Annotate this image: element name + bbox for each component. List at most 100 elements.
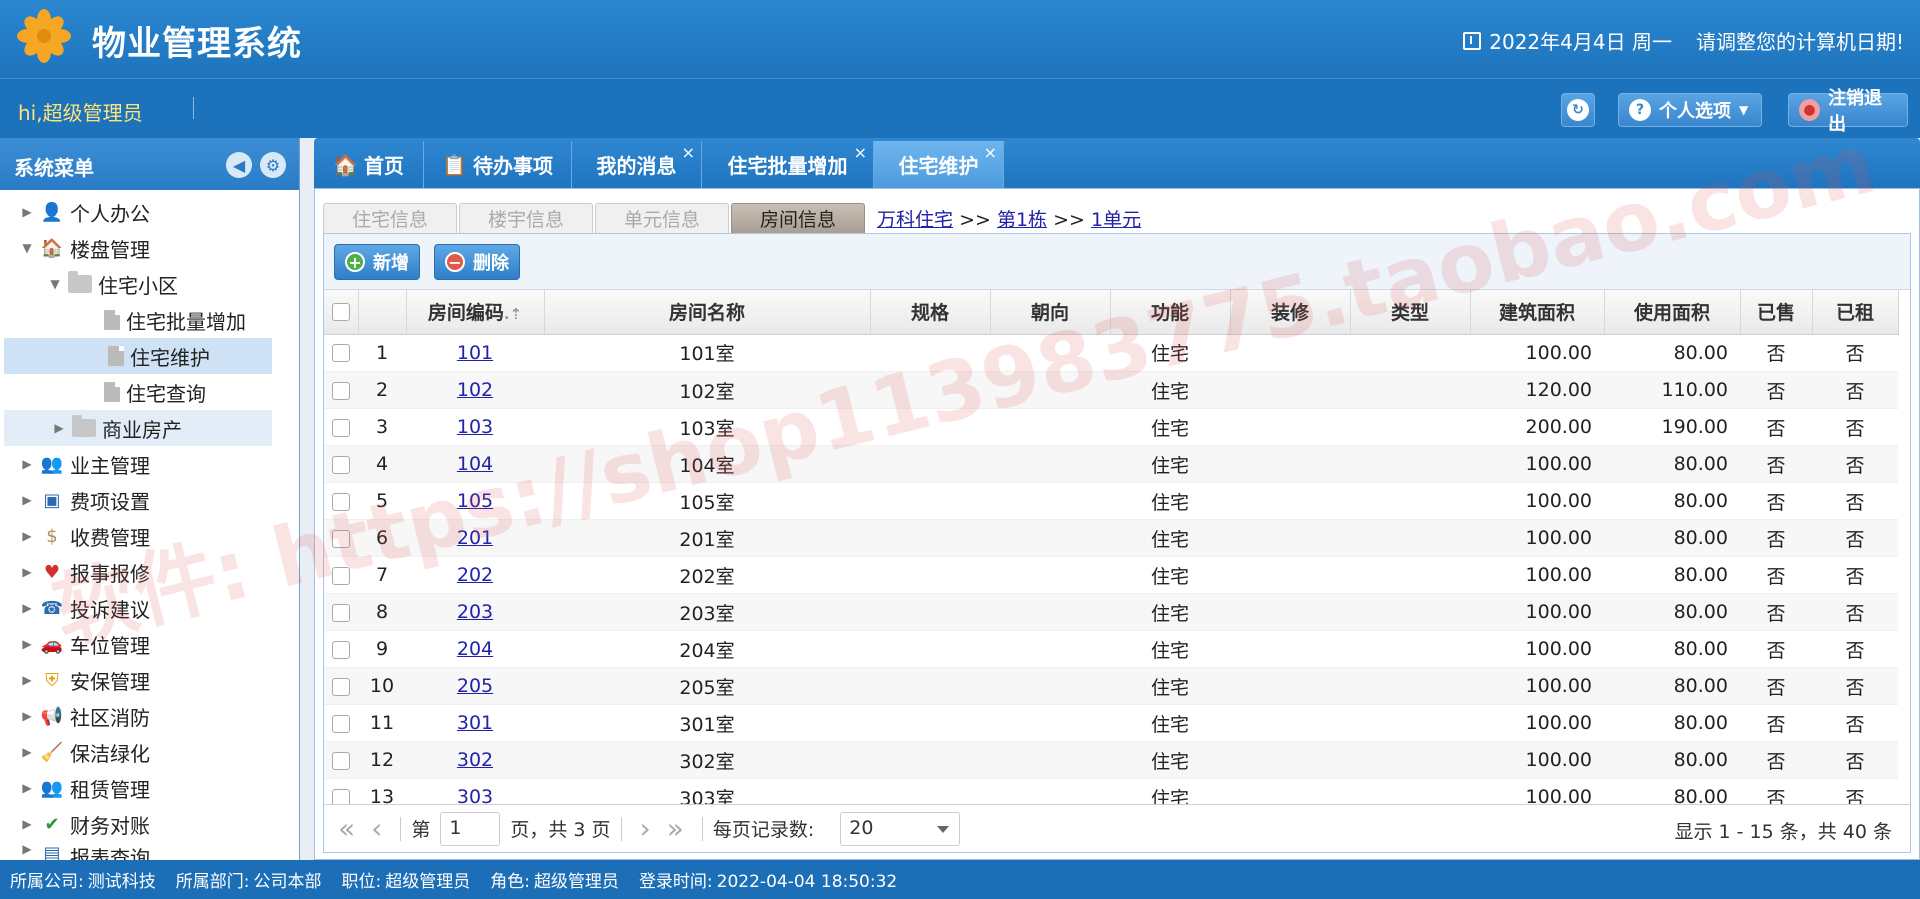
table-row[interactable]: 4 104 104室 住宅 100.00 80.00 否否 [324,445,1898,483]
room-code-link[interactable]: 103 [457,416,493,438]
close-icon[interactable]: × [984,143,997,162]
sidebar-item-personal-office[interactable]: ▶ 👤 个人办公 [0,194,299,230]
room-code-link[interactable]: 205 [457,675,493,697]
chevron-right-icon[interactable]: ▶ [20,529,34,543]
room-code-link[interactable]: 101 [457,342,493,364]
sidebar-item-batch-add[interactable]: 住宅批量增加 [0,302,299,338]
breadcrumb-building[interactable]: 第1栋 [997,209,1047,231]
row-checkbox[interactable] [332,751,350,770]
close-icon[interactable]: × [682,143,695,162]
sidebar-item-fire-safety[interactable]: ▶ 📢 社区消防 [0,698,299,734]
table-row[interactable]: 1 101 101室 住宅 100.00 80.00 否否 [324,334,1898,372]
room-code-link[interactable]: 104 [457,453,493,475]
table-row[interactable]: 11 301 301室 住宅 100.00 80.00 否否 [324,704,1898,742]
chevron-right-icon[interactable]: ▶ [20,817,34,831]
delete-button[interactable]: − 删除 [434,244,520,280]
room-code-link[interactable]: 105 [457,490,493,512]
next-page-icon[interactable]: › [640,812,651,845]
room-code-link[interactable]: 301 [457,712,493,734]
column-header-rented[interactable]: 已租 [1812,290,1899,335]
column-header-type[interactable]: 类型 [1350,290,1471,335]
chevron-down-icon[interactable]: ▼ [48,277,62,291]
breadcrumb-unit[interactable]: 1单元 [1091,209,1141,231]
row-checkbox[interactable] [332,677,350,696]
sidebar-item-finance[interactable]: ▶ ✔ 财务对账 [0,806,299,842]
close-icon[interactable]: × [854,143,867,162]
table-row[interactable]: 8 203 203室 住宅 100.00 80.00 否否 [324,593,1898,631]
sidebar-item-residence-maintenance[interactable]: 住宅维护 [4,338,272,374]
chevron-right-icon[interactable]: ▶ [20,493,34,507]
tab-todo[interactable]: 📋 待办事项 [424,141,572,188]
column-header-sold[interactable]: 已售 [1740,290,1813,335]
sidebar-item-security[interactable]: ▶ ⛨ 安保管理 [0,662,299,698]
refresh-button[interactable]: ↻ [1561,93,1595,127]
first-page-icon[interactable]: « [338,812,355,845]
column-header-usable-area[interactable]: 使用面积 [1604,290,1741,335]
row-checkbox[interactable] [332,603,350,622]
add-button[interactable]: + 新增 [334,244,420,280]
sidebar-item-owner-management[interactable]: ▶ 👥 业主管理 [0,446,299,482]
gear-icon[interactable]: ⚙ [260,152,286,178]
subtab-room-info[interactable]: 房间信息 [731,203,865,233]
sidebar-item-repair-report[interactable]: ▶ ♥ 报事报修 [0,554,299,590]
page-size-select[interactable]: 20 [840,811,961,846]
sidebar-item-fee-settings[interactable]: ▶ ▣ 费项设置 [0,482,299,518]
row-checkbox[interactable] [332,492,350,511]
table-row[interactable]: 13 303 303室 住宅 100.00 80.00 否否 [324,778,1898,807]
chevron-right-icon[interactable]: ▶ [20,205,34,219]
chevron-right-icon[interactable]: ▶ [20,842,34,856]
personal-options-button[interactable]: ? 个人选项 ▼ [1618,93,1762,127]
room-code-link[interactable]: 201 [457,527,493,549]
sidebar-item-commercial-property[interactable]: ▶ 商业房产 [4,410,272,446]
table-row[interactable]: 6 201 201室 住宅 100.00 80.00 否否 [324,519,1898,557]
row-checkbox[interactable] [332,529,350,548]
row-checkbox[interactable] [332,566,350,585]
logout-button[interactable]: ● 注销退出 [1788,88,1908,135]
chevron-right-icon[interactable]: ▶ [20,745,34,759]
column-header-orientation[interactable]: 朝向 [990,290,1111,335]
column-header-function[interactable]: 功能 [1110,290,1231,335]
sidebar-item-property-management[interactable]: ▼ 🏠 楼盘管理 [0,230,299,266]
table-row[interactable]: 3 103 103室 住宅 200.00 190.00 否否 [324,408,1898,446]
sidebar-item-parking[interactable]: ▶ 🚗 车位管理 [0,626,299,662]
subtab-residence-info[interactable]: 住宅信息 [323,203,457,233]
column-header-building-area[interactable]: 建筑面积 [1470,290,1605,335]
room-code-link[interactable]: 204 [457,638,493,660]
chevron-right-icon[interactable]: ▶ [20,457,34,471]
table-row[interactable]: 5 105 105室 住宅 100.00 80.00 否否 [324,482,1898,520]
chevron-right-icon[interactable]: ▶ [20,673,34,687]
sidebar-item-lease[interactable]: ▶ 👥 租赁管理 [0,770,299,806]
sidebar-item-residential-area[interactable]: ▼ 住宅小区 [0,266,299,302]
chevron-down-icon[interactable]: ▼ [20,241,34,255]
chevron-right-icon[interactable]: ▶ [20,565,34,579]
sidebar-item-residence-query[interactable]: 住宅查询 [0,374,299,410]
subtab-building-info[interactable]: 楼宇信息 [459,203,593,233]
room-code-link[interactable]: 102 [457,379,493,401]
table-row[interactable]: 2 102 102室 住宅 120.00 110.00 否否 [324,371,1898,409]
tab-batch-add[interactable]: 住宅批量增加 × [702,141,874,188]
page-input[interactable]: 1 [440,811,501,846]
select-all-header[interactable] [324,290,359,335]
sort-icon[interactable]: .⇡ [504,305,522,323]
row-checkbox[interactable] [332,640,350,659]
subtab-unit-info[interactable]: 单元信息 [595,203,729,233]
tab-residence-maintenance[interactable]: 住宅维护 × [874,141,1004,188]
chevron-right-icon[interactable]: ▶ [20,601,34,615]
chevron-right-icon[interactable]: ▶ [20,781,34,795]
column-header-spec[interactable]: 规格 [870,290,991,335]
collapse-icon[interactable]: ◀ [226,152,252,178]
table-row[interactable]: 10 205 205室 住宅 100.00 80.00 否否 [324,667,1898,705]
room-code-link[interactable]: 302 [457,749,493,771]
room-code-link[interactable]: 203 [457,601,493,623]
row-checkbox[interactable] [332,344,350,363]
chevron-right-icon[interactable]: ▶ [52,421,66,435]
sidebar-item-reports[interactable]: ▶ ▤ 报表查询 [0,842,299,860]
column-header-name[interactable]: 房间名称 [544,290,871,335]
column-header-code[interactable]: 房间编码.⇡ [406,290,545,335]
room-code-link[interactable]: 202 [457,564,493,586]
prev-page-icon[interactable]: ‹ [371,812,382,845]
table-row[interactable]: 9 204 204室 住宅 100.00 80.00 否否 [324,630,1898,668]
row-checkbox[interactable] [332,714,350,733]
breadcrumb-estate[interactable]: 万科住宅 [877,209,953,231]
column-header-decoration[interactable]: 装修 [1230,290,1351,335]
